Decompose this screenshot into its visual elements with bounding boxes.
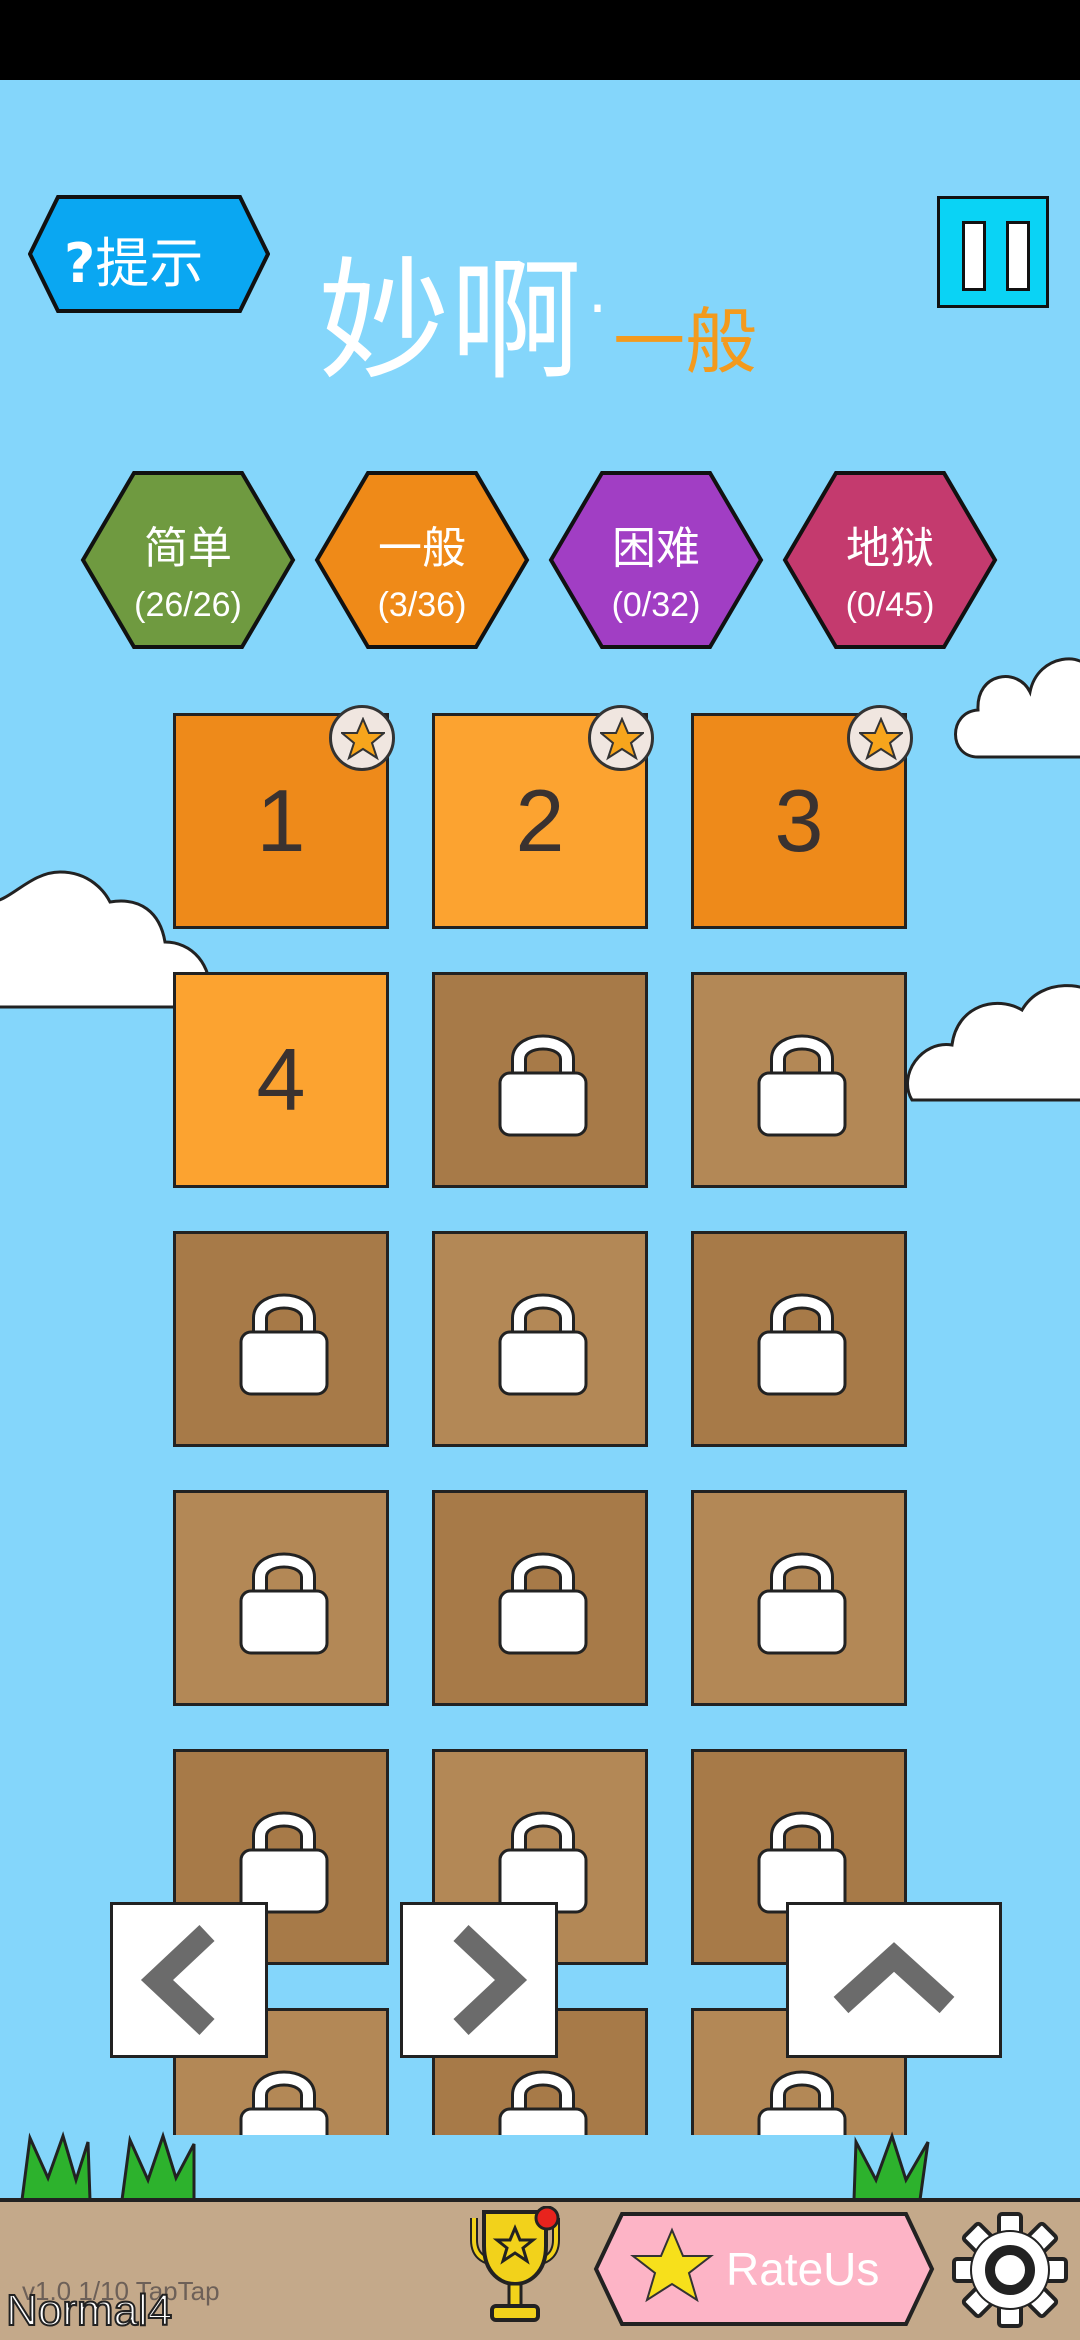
next-page-button[interactable] xyxy=(400,1902,558,2058)
star-badge xyxy=(588,705,654,771)
star-badge xyxy=(847,705,913,771)
lock-icon xyxy=(239,1552,329,1655)
lock-icon xyxy=(757,1552,847,1655)
level-tile-locked xyxy=(432,1231,648,1447)
difficulty-tab-hard[interactable]: 困难 (0/32) xyxy=(548,470,764,650)
lock-icon xyxy=(757,2070,847,2135)
star-icon xyxy=(859,717,903,761)
star-icon xyxy=(600,717,644,761)
difficulty-tab-normal[interactable]: 一般 (3/36) xyxy=(314,470,530,650)
notification-dot xyxy=(534,2206,560,2231)
lock-icon xyxy=(239,1811,329,1914)
lock-icon xyxy=(757,1034,847,1137)
lock-icon xyxy=(239,2070,329,2135)
difficulty-name: 一般 xyxy=(378,523,466,574)
difficulty-count: (26/26) xyxy=(134,586,242,624)
hint-button[interactable]: ?提示 xyxy=(28,195,270,313)
difficulty-name: 地狱 xyxy=(846,523,934,574)
level-tile-4[interactable]: 4 xyxy=(173,972,389,1188)
pause-button[interactable] xyxy=(937,196,1049,308)
level-tile-locked xyxy=(691,1490,907,1706)
level-tile-locked xyxy=(691,1231,907,1447)
difficulty-name: 简单 xyxy=(144,523,232,574)
lock-icon xyxy=(757,1293,847,1396)
hint-label: 提示 xyxy=(95,232,204,295)
lock-icon xyxy=(498,2070,588,2135)
difficulty-tab-easy[interactable]: 简单 (26/26) xyxy=(80,470,296,650)
pause-icon xyxy=(962,221,986,291)
difficulty-count: (3/36) xyxy=(377,586,467,624)
level-tile-locked xyxy=(432,1490,648,1706)
lock-icon xyxy=(239,1293,329,1396)
trophy-icon[interactable] xyxy=(458,2206,576,2330)
rate-us-button[interactable]: RateUs xyxy=(592,2210,936,2328)
chevron-right-icon xyxy=(453,1924,528,2036)
cloud-decoration xyxy=(906,984,1080,1102)
question-mark-icon: ? xyxy=(64,232,96,295)
title-main: 妙啊 xyxy=(318,245,582,399)
grass-decoration xyxy=(852,2131,930,2202)
chevron-left-icon xyxy=(140,1924,215,2036)
difficulty-count: (0/32) xyxy=(611,586,701,624)
grass-decoration xyxy=(20,2131,196,2202)
status-bar xyxy=(0,0,1080,80)
lock-icon xyxy=(498,1811,588,1914)
difficulty-name: 困难 xyxy=(612,523,700,574)
title-difficulty: 一般 xyxy=(613,300,758,384)
lock-icon xyxy=(498,1034,588,1137)
difficulty-tab-hell[interactable]: 地狱 (0/45) xyxy=(782,470,998,650)
chevron-up-icon xyxy=(833,1942,955,2014)
lock-icon xyxy=(498,1293,588,1396)
pause-icon xyxy=(1006,221,1030,291)
gear-icon[interactable] xyxy=(950,2210,1070,2330)
scroll-up-button[interactable] xyxy=(786,1902,1002,2058)
page-title: 妙啊 ·一般 xyxy=(318,256,757,388)
level-tile-locked xyxy=(691,972,907,1188)
rate-us-label: RateUs xyxy=(726,2243,880,2295)
star-badge xyxy=(329,705,395,771)
difficulty-count: (0/45) xyxy=(845,586,935,624)
title-separator: · xyxy=(588,274,608,344)
star-icon xyxy=(341,717,385,761)
level-tile-locked xyxy=(432,972,648,1188)
prev-page-button[interactable] xyxy=(110,1902,268,2058)
level-tile-locked xyxy=(173,1490,389,1706)
level-name-label: Normal4 xyxy=(5,2285,173,2336)
lock-icon xyxy=(498,1552,588,1655)
level-number: 4 xyxy=(256,1030,306,1129)
level-tile-locked xyxy=(173,1231,389,1447)
lock-icon xyxy=(757,1811,847,1914)
